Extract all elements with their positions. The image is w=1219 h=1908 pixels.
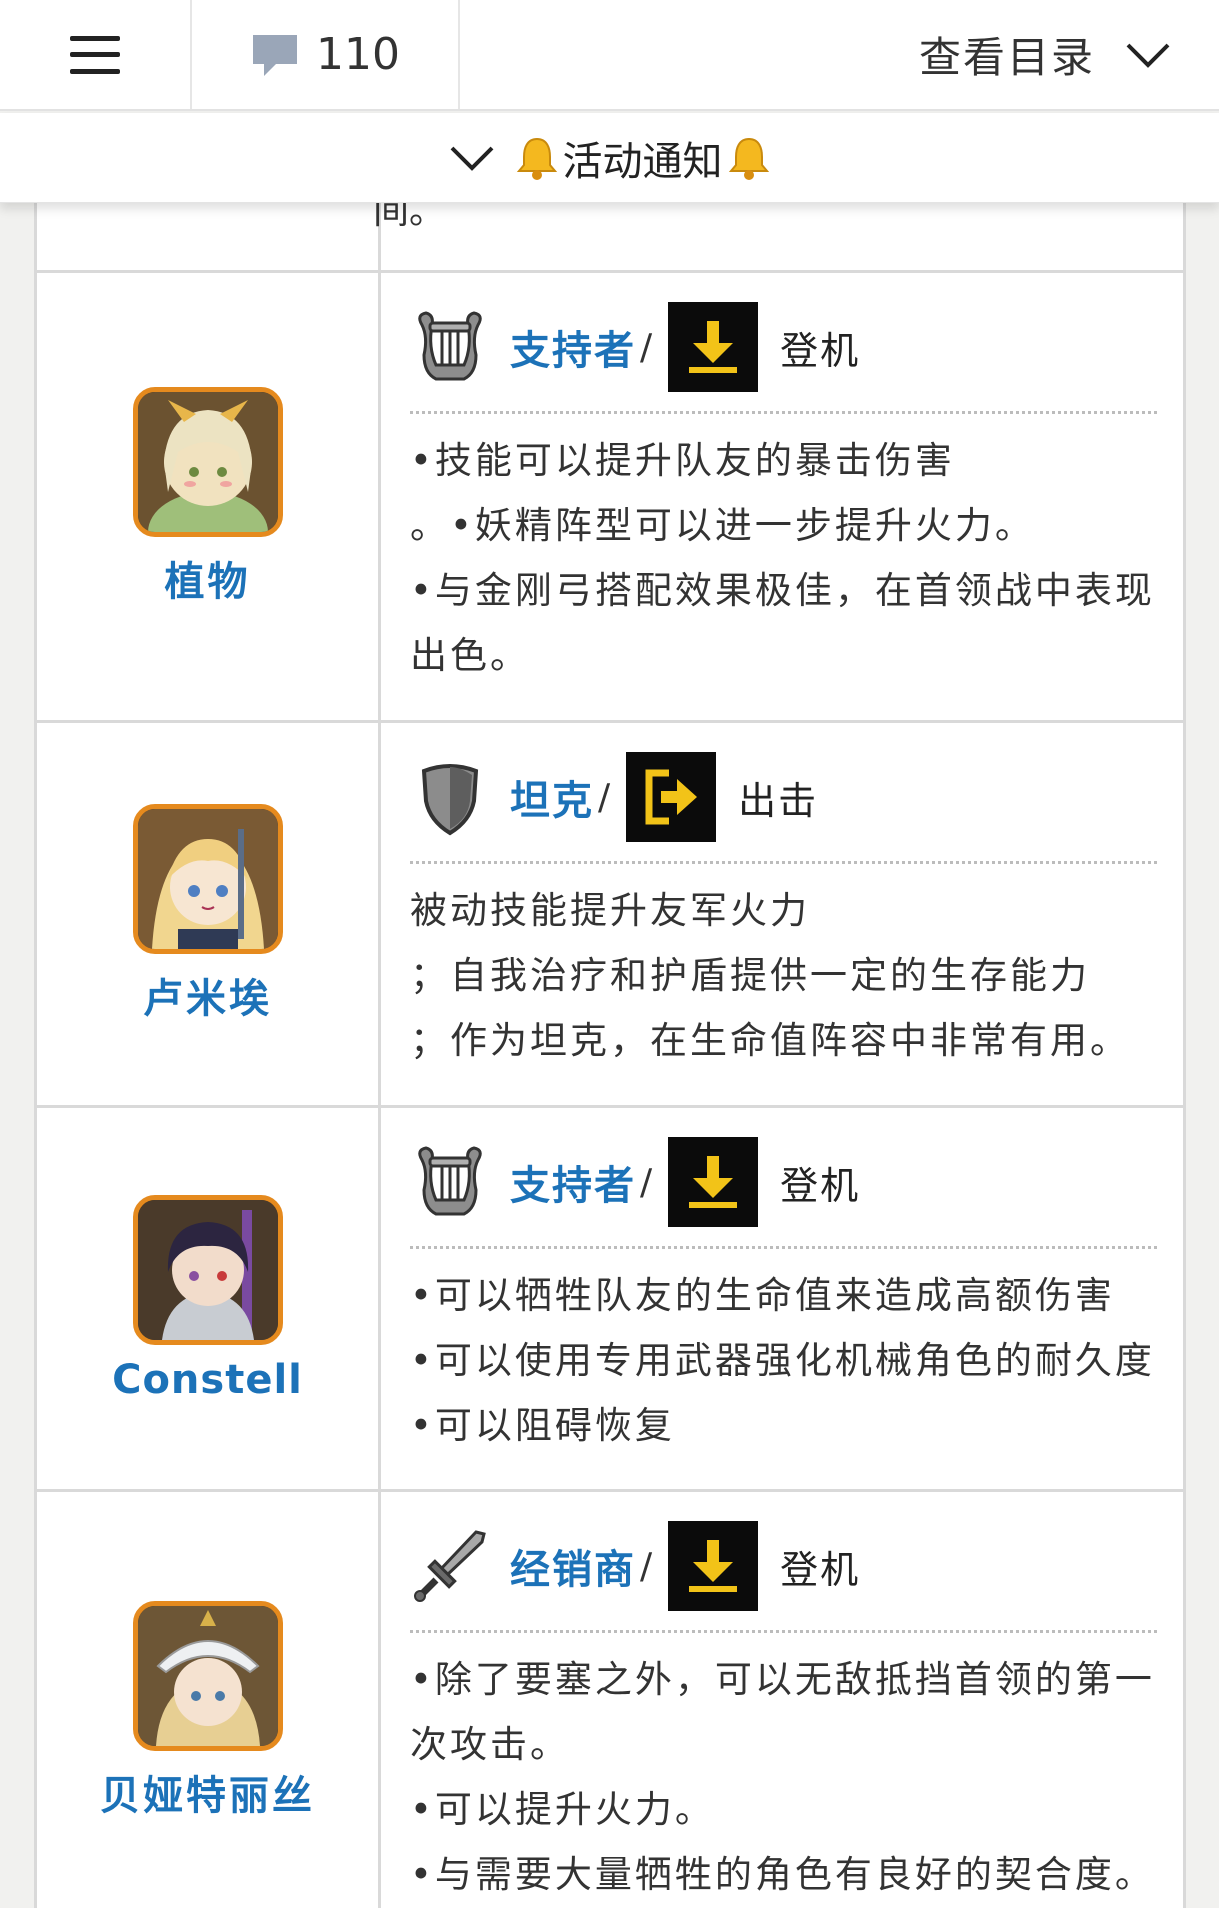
info-cell: 坦克 / 出击 被动技能提升友军火力 ；自我治疗和护盾提供一定的生存能力 ；作为… bbox=[384, 723, 1183, 1105]
position-label: 登机 bbox=[780, 1547, 861, 1592]
role-link[interactable]: 坦克 bbox=[510, 768, 594, 826]
description: 被动技能提升友军火力 ；自我治疗和护盾提供一定的生存能力 ；作为坦克，在生命值阵… bbox=[410, 889, 1130, 1062]
character-cell: 植物 bbox=[37, 273, 381, 720]
shield-icon bbox=[421, 764, 479, 836]
position-label: 登机 bbox=[780, 328, 861, 373]
avatar[interactable] bbox=[132, 1194, 283, 1345]
lyre-icon bbox=[418, 1146, 482, 1216]
bell-icon bbox=[516, 137, 557, 180]
download-arrow-icon bbox=[668, 1521, 759, 1611]
info-cell: 支持者 / 登机 •技能可以提升队友的暴击伤害 。•妖精阵型可以进一步提升火力。… bbox=[384, 273, 1183, 720]
info-cell: 经销商 / 登机 •除了要塞之外，可以无敌抵挡首领的第一 次攻击。 •可以提升火… bbox=[384, 1492, 1183, 1908]
table-row: 贝娅特丽丝 经销商 / 登机 •除了要塞之外，可以无敌抵挡首领的第一 次攻击。 … bbox=[37, 1489, 1183, 1908]
comments-button[interactable]: 110 bbox=[192, 0, 460, 109]
character-name[interactable]: 贝娅特丽丝 bbox=[100, 1763, 315, 1821]
character-table: 植物 支持者 / 登机 •技能可以提升队友的暴击伤害 。•妖精阵型可以进一步提升… bbox=[34, 150, 1186, 1908]
hamburger-icon bbox=[70, 35, 120, 74]
table-row: Constell 支持者 / 登机 •可以牺牲队友的生命值来造成高额伤害 •可以… bbox=[37, 1105, 1183, 1489]
position-label: 出击 bbox=[738, 778, 819, 823]
comment-count: 110 bbox=[316, 29, 400, 80]
bell-icon bbox=[728, 137, 769, 180]
character-name[interactable]: Constell bbox=[112, 1357, 303, 1403]
table-row: 卢米埃 坦克 / 出击 被动技能提升友军火力 ；自我治疗和护盾提供一定的生存能力… bbox=[37, 720, 1183, 1105]
chevron-down-icon bbox=[450, 146, 493, 171]
avatar[interactable] bbox=[132, 386, 283, 537]
position-label: 登机 bbox=[780, 1163, 861, 1208]
description: •技能可以提升队友的暴击伤害 。•妖精阵型可以进一步提升火力。 •与金刚弓搭配效… bbox=[410, 439, 1155, 677]
event-notice-bar[interactable]: 活动通知 bbox=[0, 113, 1219, 203]
avatar[interactable] bbox=[132, 1600, 283, 1751]
top-bar: 110 查看目录 bbox=[0, 0, 1219, 111]
character-cell: 贝娅特丽丝 bbox=[37, 1492, 381, 1908]
toc-label: 查看目录 bbox=[918, 33, 1095, 82]
character-name[interactable]: 卢米埃 bbox=[143, 966, 272, 1024]
event-notice-label: 活动通知 bbox=[562, 138, 723, 185]
description: •除了要塞之外，可以无敌抵挡首领的第一 次攻击。 •可以提升火力。 •与需要大量… bbox=[410, 1658, 1155, 1896]
info-cell: 支持者 / 登机 •可以牺牲队友的生命值来造成高额伤害 •可以使用专用武器强化机… bbox=[384, 1108, 1183, 1489]
character-cell: 卢米埃 bbox=[37, 723, 381, 1105]
role-link[interactable]: 经销商 bbox=[510, 1537, 636, 1595]
character-name[interactable]: 植物 bbox=[165, 549, 251, 607]
character-cell: Constell bbox=[37, 1108, 381, 1489]
comment-icon bbox=[253, 34, 297, 76]
chevron-down-icon bbox=[1126, 43, 1170, 68]
role-link[interactable]: 支持者 bbox=[510, 1153, 636, 1211]
description: •可以牺牲队友的生命值来造成高额伤害 •可以使用专用武器强化机械角色的耐久度 •… bbox=[410, 1274, 1155, 1447]
download-arrow-icon bbox=[668, 1137, 759, 1227]
download-arrow-icon bbox=[668, 302, 759, 392]
sword-icon bbox=[414, 1530, 486, 1602]
menu-button[interactable] bbox=[0, 0, 192, 109]
avatar[interactable] bbox=[132, 804, 283, 954]
lyre-icon bbox=[418, 311, 482, 381]
table-of-contents-button[interactable]: 查看目录 bbox=[460, 0, 1219, 109]
role-link[interactable]: 支持者 bbox=[510, 318, 636, 376]
table-row: 植物 支持者 / 登机 •技能可以提升队友的暴击伤害 。•妖精阵型可以进一步提升… bbox=[37, 270, 1183, 720]
exit-arrow-icon bbox=[626, 752, 717, 842]
